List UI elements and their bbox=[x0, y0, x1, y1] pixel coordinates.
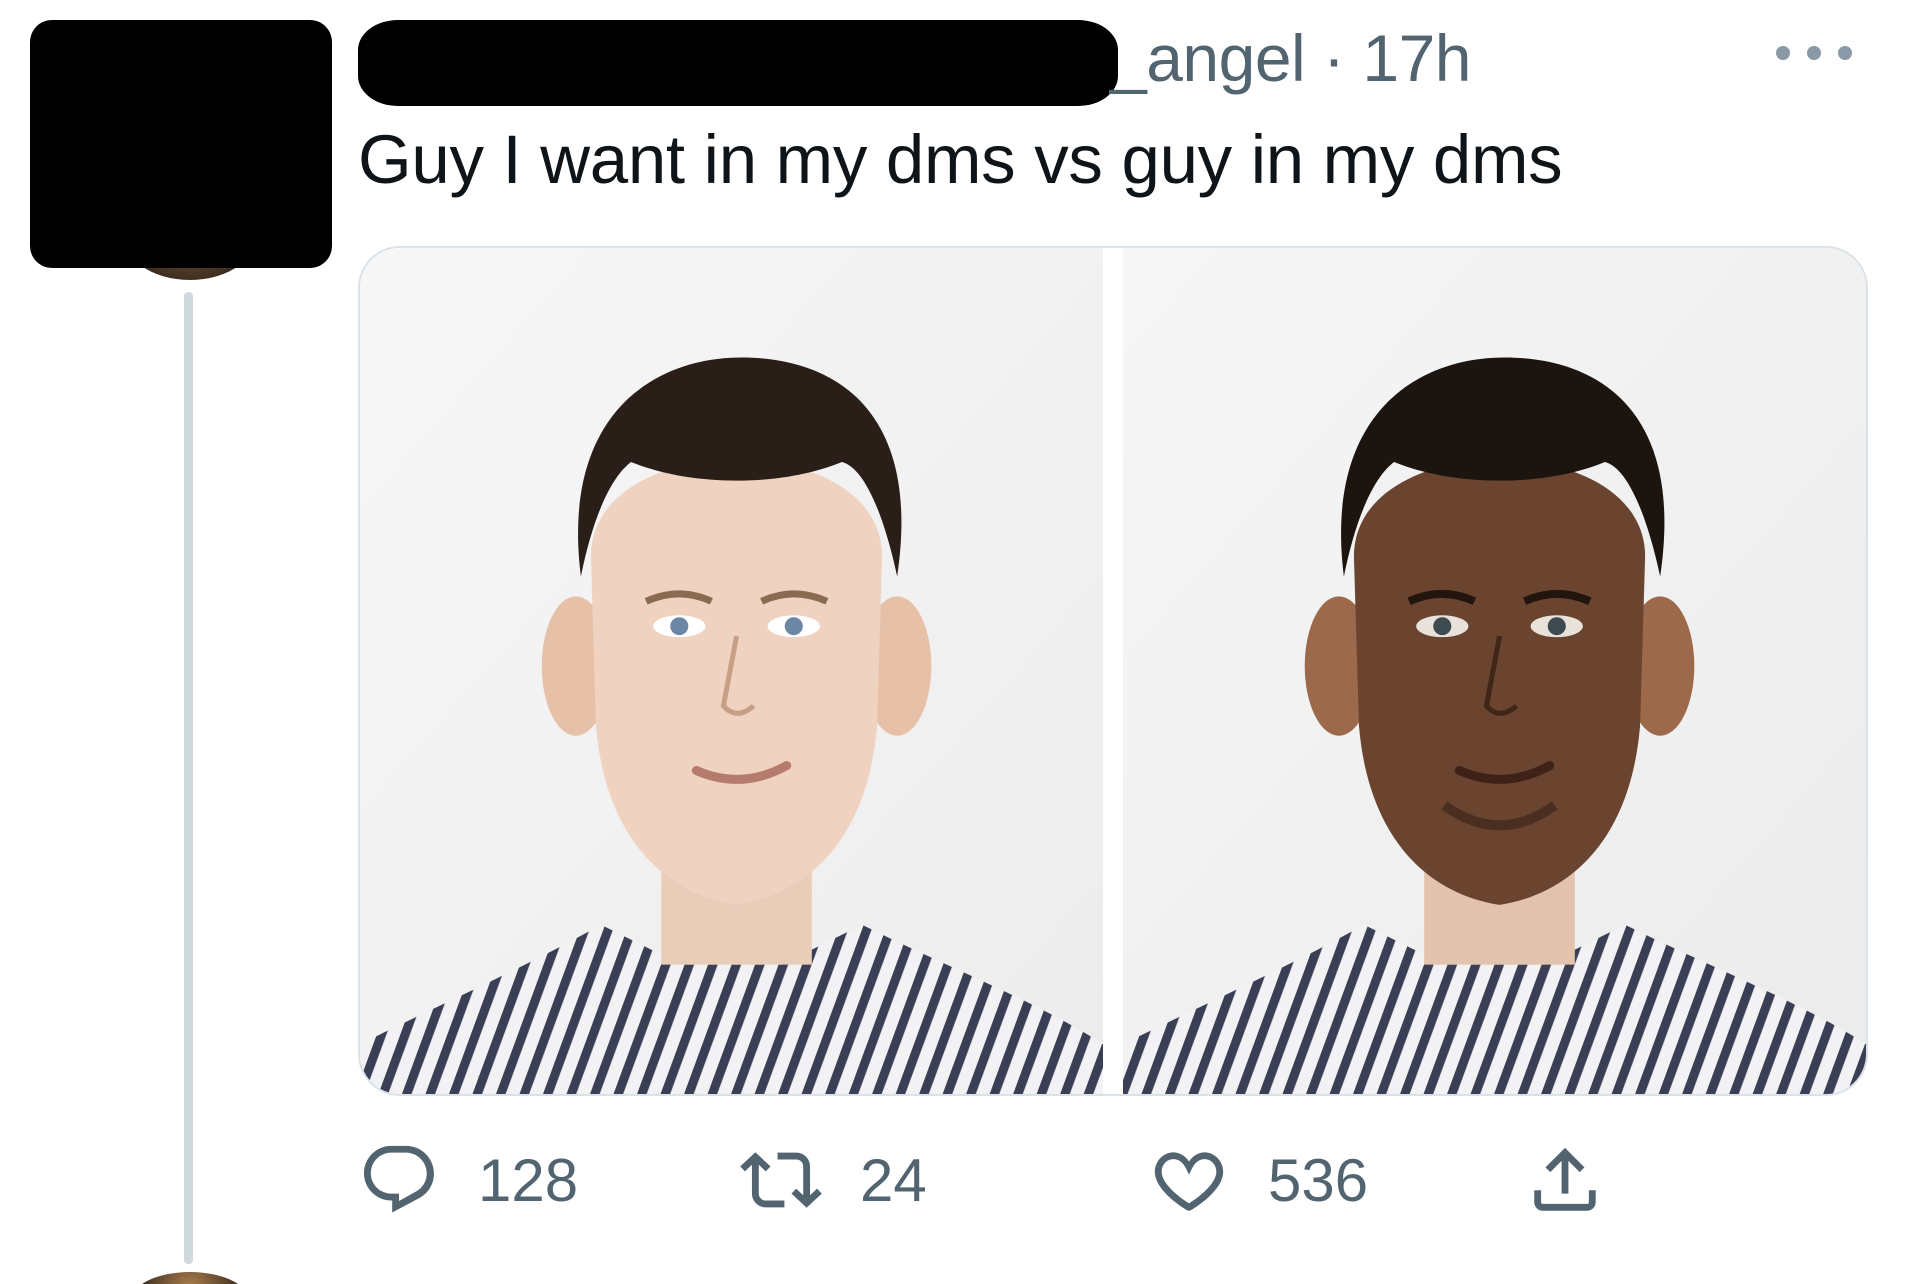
tweet-text: Guy I want in my dms vs guy in my dms bbox=[358, 121, 1563, 198]
tweet-screenshot: _angel · 17h Guy I want in my dms vs guy… bbox=[0, 0, 1914, 1284]
reply-count: 128 bbox=[478, 1146, 579, 1214]
retweet-icon bbox=[740, 1152, 822, 1208]
next-reply-avatar[interactable] bbox=[130, 1272, 250, 1284]
display-name-redaction bbox=[358, 20, 1118, 106]
reply-icon bbox=[363, 1145, 434, 1213]
avatar-redaction bbox=[30, 20, 332, 268]
like-count: 536 bbox=[1268, 1146, 1369, 1214]
retweet-button[interactable]: 24 bbox=[740, 1130, 927, 1230]
thread-line bbox=[184, 292, 193, 1264]
share-button[interactable] bbox=[1524, 1130, 1606, 1230]
heart-icon bbox=[1154, 1152, 1224, 1211]
meta-separator: · bbox=[1323, 21, 1345, 95]
action-bar: 128 24 536 bbox=[358, 1130, 1648, 1230]
media-image-right[interactable] bbox=[1123, 248, 1866, 1094]
reply-button[interactable]: 128 bbox=[358, 1130, 578, 1230]
share-icon bbox=[1534, 1147, 1596, 1211]
retweet-count: 24 bbox=[860, 1146, 927, 1214]
media-grid bbox=[358, 246, 1868, 1096]
tweet-meta: _angel · 17h bbox=[1110, 20, 1471, 96]
more-icon[interactable] bbox=[1776, 40, 1852, 66]
media-image-left[interactable] bbox=[360, 248, 1103, 1094]
timestamp[interactable]: 17h bbox=[1362, 21, 1471, 95]
like-button[interactable]: 536 bbox=[1148, 1130, 1368, 1230]
username-handle[interactable]: _angel bbox=[1110, 21, 1306, 95]
